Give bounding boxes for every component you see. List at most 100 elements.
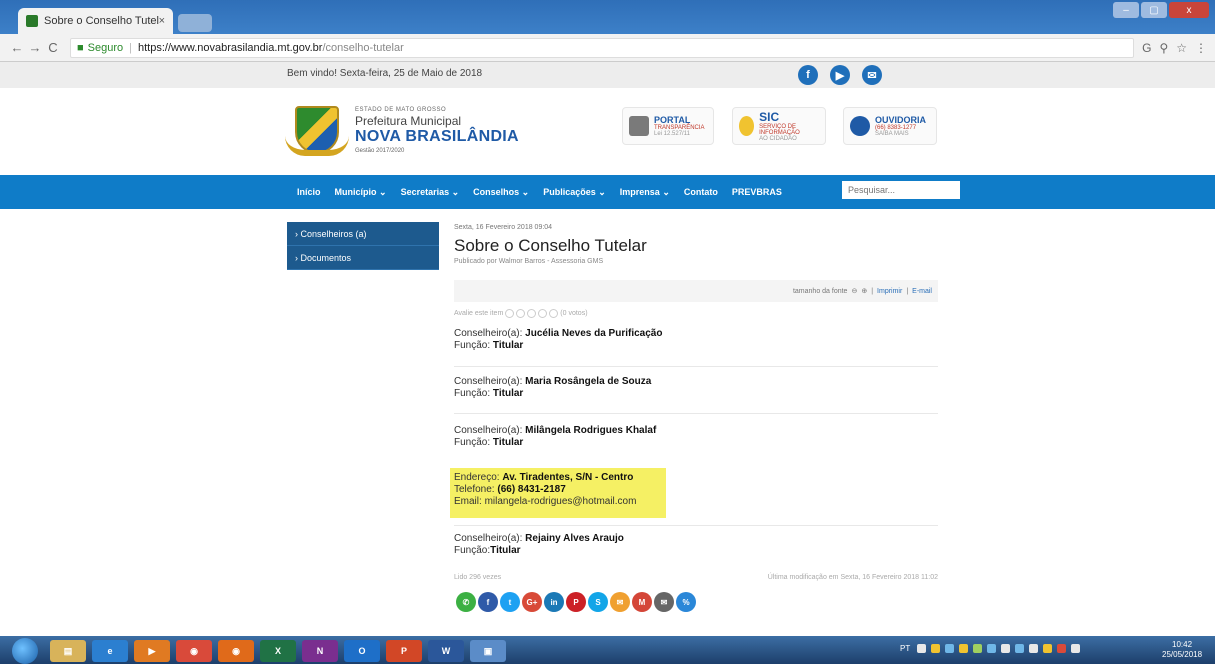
tray-icon[interactable] (917, 644, 927, 653)
nav-item[interactable]: PREVBRAS (732, 187, 782, 198)
excel-icon[interactable]: X (260, 640, 296, 662)
powerpoint-icon[interactable]: P (386, 640, 422, 662)
sidebar-item-documentos[interactable]: › Documentos (287, 246, 439, 270)
email-link[interactable]: E-mail (912, 288, 932, 295)
city-name: NOVA BRASILÂNDIA (355, 127, 519, 145)
menu-icon[interactable]: ⋮ (1195, 41, 1207, 55)
url-field[interactable]: ■ Seguro | https://www.novabrasilandia.m… (70, 37, 1135, 58)
url-host: https://www.novabrasilandia.mt.gov.br (138, 41, 323, 54)
star-icon[interactable] (505, 309, 515, 318)
word-icon[interactable]: W (428, 640, 464, 662)
pinterest-icon[interactable]: P (566, 592, 586, 612)
info-icon (739, 116, 755, 136)
star-icon[interactable] (538, 309, 548, 318)
maximize-button[interactable]: ▢ (1141, 2, 1167, 18)
tools-separator: | (906, 287, 909, 295)
tray-icon[interactable] (1015, 644, 1025, 653)
gmail-icon[interactable]: M (632, 592, 652, 612)
portal-transparencia-badge[interactable]: PORTAL TRANSPARÊNCIA Lei 12.527/11 (622, 107, 714, 145)
bookmark-star-icon[interactable]: ☆ (1176, 41, 1187, 55)
rating-votes: (0 votos) (560, 310, 588, 317)
zoom-in-icon[interactable]: ⊕ (861, 287, 867, 295)
nav-item[interactable]: Publicações ⌄ (543, 187, 606, 198)
chrome-icon[interactable]: ◉ (176, 640, 212, 662)
minimize-button[interactable]: – (1113, 2, 1139, 18)
state-label: ESTADO DE MATO GROSSO (355, 106, 447, 113)
clock-date: 25/05/2018 (1162, 650, 1203, 659)
skype-icon[interactable]: S (588, 592, 608, 612)
ie-icon[interactable]: e (92, 640, 128, 662)
address-bar: ← → C ■ Seguro | https://www.novabrasila… (0, 34, 1215, 62)
member-function: Titular (492, 340, 524, 351)
read-count: Lido 296 vezes (454, 574, 502, 581)
email-share-icon[interactable]: ✉ (654, 592, 674, 612)
tray-icon[interactable] (1071, 644, 1081, 653)
tray-icon[interactable] (1029, 644, 1039, 653)
star-icon[interactable] (549, 309, 559, 318)
start-button[interactable] (12, 638, 38, 664)
member-function: Titular (492, 437, 524, 448)
tray-icon[interactable] (945, 644, 955, 653)
portal-icon (629, 116, 649, 136)
social-links: f ▶ ✉ (798, 65, 882, 85)
language-indicator[interactable]: PT (900, 644, 910, 653)
new-tab-button[interactable] (178, 14, 212, 32)
google-plus-icon[interactable]: G+ (522, 592, 542, 612)
member-function: Titular (492, 388, 524, 399)
url-separator: | (129, 41, 132, 54)
sidebar-item-conselheiros[interactable]: › Conselheiros (a) (287, 222, 439, 246)
close-window-button[interactable]: x (1169, 2, 1209, 18)
reload-icon[interactable]: C (44, 40, 62, 55)
tab-close-icon[interactable]: × (159, 15, 165, 27)
zoom-out-icon[interactable]: ⊖ (851, 287, 857, 295)
star-icon[interactable] (527, 309, 537, 318)
tray-icon[interactable] (973, 644, 983, 653)
nav-item[interactable]: Contato (684, 187, 718, 198)
twitter-icon[interactable]: t (500, 592, 520, 612)
tray-icon[interactable] (959, 644, 969, 653)
toolbar-icons: G ⚲ ☆ ⋮ (1142, 41, 1207, 55)
extension-icon[interactable]: G (1142, 41, 1151, 55)
explorer-icon[interactable]: ▤ (50, 640, 86, 662)
link-icon[interactable]: % (676, 592, 696, 612)
back-icon[interactable]: ← (8, 40, 26, 55)
window-controls: – ▢ x (1113, 2, 1209, 18)
linkedin-icon[interactable]: in (544, 592, 564, 612)
nav-item[interactable]: Início (297, 187, 321, 198)
browser-tab[interactable]: Sobre o Conselho Tutelar × (18, 8, 173, 34)
tray-icon[interactable] (987, 644, 997, 653)
facebook-icon[interactable]: f (798, 65, 818, 85)
facebook-share-icon[interactable]: f (478, 592, 498, 612)
tray-icon[interactable] (931, 644, 941, 653)
media-icon[interactable]: ▶ (134, 640, 170, 662)
youtube-icon[interactable]: ▶ (830, 65, 850, 85)
print-link[interactable]: Imprimir (877, 288, 902, 295)
highlighted-contact-info: Endereço: Av. Tiradentes, S/N - Centro T… (450, 468, 666, 518)
onenote-icon[interactable]: N (302, 640, 338, 662)
nav-item[interactable]: Imprensa ⌄ (620, 187, 670, 198)
firefox-icon[interactable]: ◉ (218, 640, 254, 662)
article-date: Sexta, 16 Fevereiro 2018 09:04 (454, 224, 553, 231)
outlook-icon[interactable]: O (344, 640, 380, 662)
taskbar-clock[interactable]: 10:42 25/05/2018 (1162, 640, 1202, 660)
site-brand[interactable]: ESTADO DE MATO GROSSO Prefeitura Municip… (285, 100, 519, 160)
tray-icon[interactable] (1001, 644, 1011, 653)
email-icon[interactable]: ✉ (862, 65, 882, 85)
search-input[interactable] (842, 181, 960, 199)
forward-icon[interactable]: → (26, 40, 44, 55)
last-modified: Última modificação em Sexta, 16 Fevereir… (767, 574, 938, 581)
tray-icon[interactable] (1043, 644, 1053, 653)
nav-item[interactable]: Secretarias ⌄ (401, 187, 460, 198)
nav-item[interactable]: Conselhos ⌄ (473, 187, 529, 198)
message-icon[interactable]: ✉ (610, 592, 630, 612)
zoom-icon[interactable]: ⚲ (1159, 41, 1168, 55)
window-icon[interactable]: ▣ (470, 640, 506, 662)
nav-item[interactable]: Município ⌄ (335, 187, 387, 198)
ouvidoria-badge[interactable]: OUVIDORIA (66) 8383-1277 SAIBA MAIS (843, 107, 937, 145)
contact-email[interactable]: milangela-rodrigues@hotmail.com (485, 496, 637, 507)
whatsapp-icon[interactable]: ✆ (456, 592, 476, 612)
article-footer: Lido 296 vezes Última modificação em Sex… (454, 574, 938, 581)
tray-icon[interactable] (1057, 644, 1067, 653)
sic-badge[interactable]: SIC SERVIÇO DE INFORMAÇÃO AO CIDADÃO (732, 107, 826, 145)
star-icon[interactable] (516, 309, 526, 318)
